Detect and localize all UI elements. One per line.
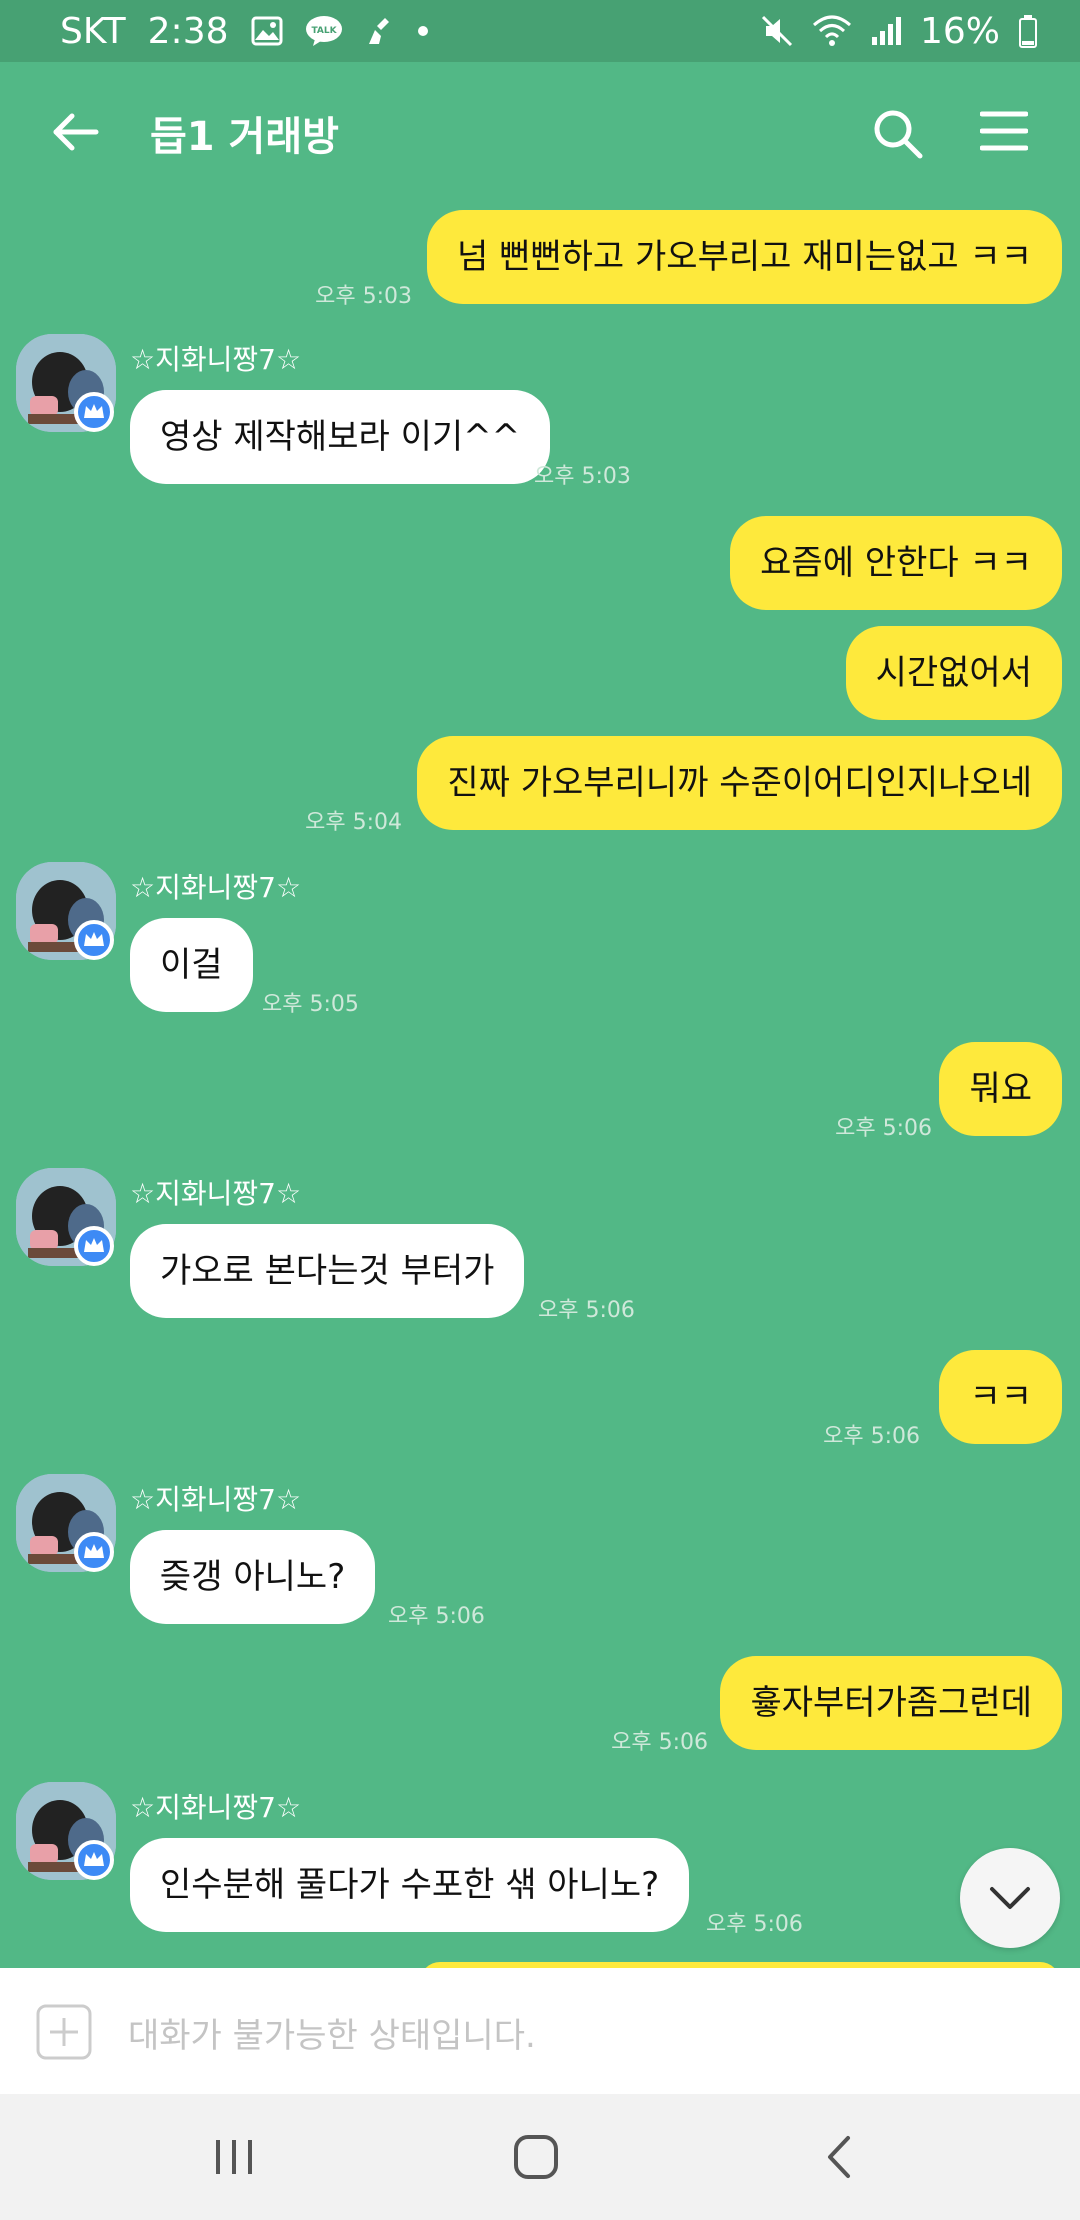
search-icon[interactable]	[872, 108, 924, 160]
sender-name: ☆지화니짱7☆	[130, 1791, 302, 1824]
message-time: 오후 5:06	[823, 1424, 920, 1449]
message-input[interactable]: 대화가 불가능한 상태입니다.	[128, 2008, 536, 2057]
status-bar: SKT 2:38 TALK 16%	[0, 0, 1080, 62]
broom-icon	[365, 16, 395, 46]
my-message-bubble[interactable]: 넘 뻔뻔하고 가오부리고 재미는없고 ㅋㅋ	[427, 210, 1062, 304]
room-title: 듭1 거래방	[150, 114, 339, 160]
message-time: 오후 5:06	[706, 1912, 803, 1937]
message-input-bar: 대화가 불가능한 상태입니다.	[0, 1968, 1080, 2094]
talk-icon: TALK	[305, 15, 343, 47]
plus-icon[interactable]	[36, 2004, 92, 2060]
back-arrow-icon[interactable]	[50, 112, 100, 152]
my-message-bubble[interactable]: ㅋㅋ	[939, 1350, 1062, 1444]
message-time: 오후 5:05	[262, 992, 359, 1017]
crown-badge-icon	[74, 1532, 114, 1572]
mute-icon	[760, 14, 794, 48]
my-message-bubble[interactable]: 요즘에 안한다 ㅋㅋ	[730, 516, 1062, 610]
chevron-down-icon	[990, 1887, 1030, 1909]
their-message-bubble[interactable]: 영상 제작해보라 이기^^	[130, 390, 551, 484]
carrier-label: SKT	[60, 10, 126, 52]
my-message-bubble[interactable]: 뭐요	[939, 1042, 1062, 1136]
my-message-bubble[interactable]: 흏자부터가좀그런데	[720, 1656, 1062, 1750]
menu-icon[interactable]	[979, 110, 1029, 152]
message-time: 오후 5:06	[538, 1298, 635, 1323]
message-time: 오후 5:04	[305, 810, 402, 835]
home-icon[interactable]	[506, 2132, 566, 2182]
clock: 2:38	[147, 10, 229, 52]
dot-icon	[417, 25, 429, 37]
crown-badge-icon	[74, 1226, 114, 1266]
sender-name: ☆지화니짱7☆	[130, 1177, 302, 1210]
recent-apps-icon[interactable]	[204, 2132, 264, 2182]
their-message-bubble[interactable]: 인수분해 풀다가 수포한 샊 아니노?	[130, 1838, 690, 1932]
image-icon	[251, 16, 283, 46]
system-nav-bar	[0, 2094, 1080, 2220]
crown-badge-icon	[74, 392, 114, 432]
battery-percent: 16%	[919, 10, 1000, 52]
message-time: 오후 5:06	[388, 1604, 485, 1629]
scroll-to-bottom-button[interactable]	[960, 1848, 1060, 1948]
battery-icon	[1018, 14, 1038, 48]
wifi-icon	[812, 15, 852, 47]
sender-name: ☆지화니짱7☆	[130, 343, 302, 376]
their-message-bubble[interactable]: 가오로 본다는것 부터가	[130, 1224, 525, 1318]
signal-icon	[870, 15, 902, 47]
message-time: 오후 5:03	[534, 464, 631, 489]
talk-icon-label: TALK	[311, 26, 337, 36]
their-message-bubble[interactable]: 이걸	[130, 918, 253, 1012]
sender-name: ☆지화니짱7☆	[130, 871, 302, 904]
crown-badge-icon	[74, 920, 114, 960]
message-time: 오후 5:03	[315, 284, 412, 309]
their-message-bubble[interactable]: 즞갱 아니노?	[130, 1530, 376, 1624]
my-message-bubble[interactable]: 시간없어서	[845, 626, 1062, 720]
my-message-bubble[interactable]: 진짜 가오부리니까 수준이어디인지나오네	[417, 736, 1062, 830]
back-icon[interactable]	[810, 2132, 870, 2182]
crown-badge-icon	[74, 1840, 114, 1880]
chat-area[interactable]: 넘 뻔뻔하고 가오부리고 재미는없고 ㅋㅋ 오후 5:03 ☆지화니짱7☆ 영상…	[0, 210, 1080, 1968]
message-time: 오후 5:06	[835, 1116, 932, 1141]
sender-name: ☆지화니짱7☆	[130, 1483, 302, 1516]
message-time: 오후 5:06	[611, 1730, 708, 1755]
chat-header: 듭1 거래방	[0, 62, 1080, 210]
